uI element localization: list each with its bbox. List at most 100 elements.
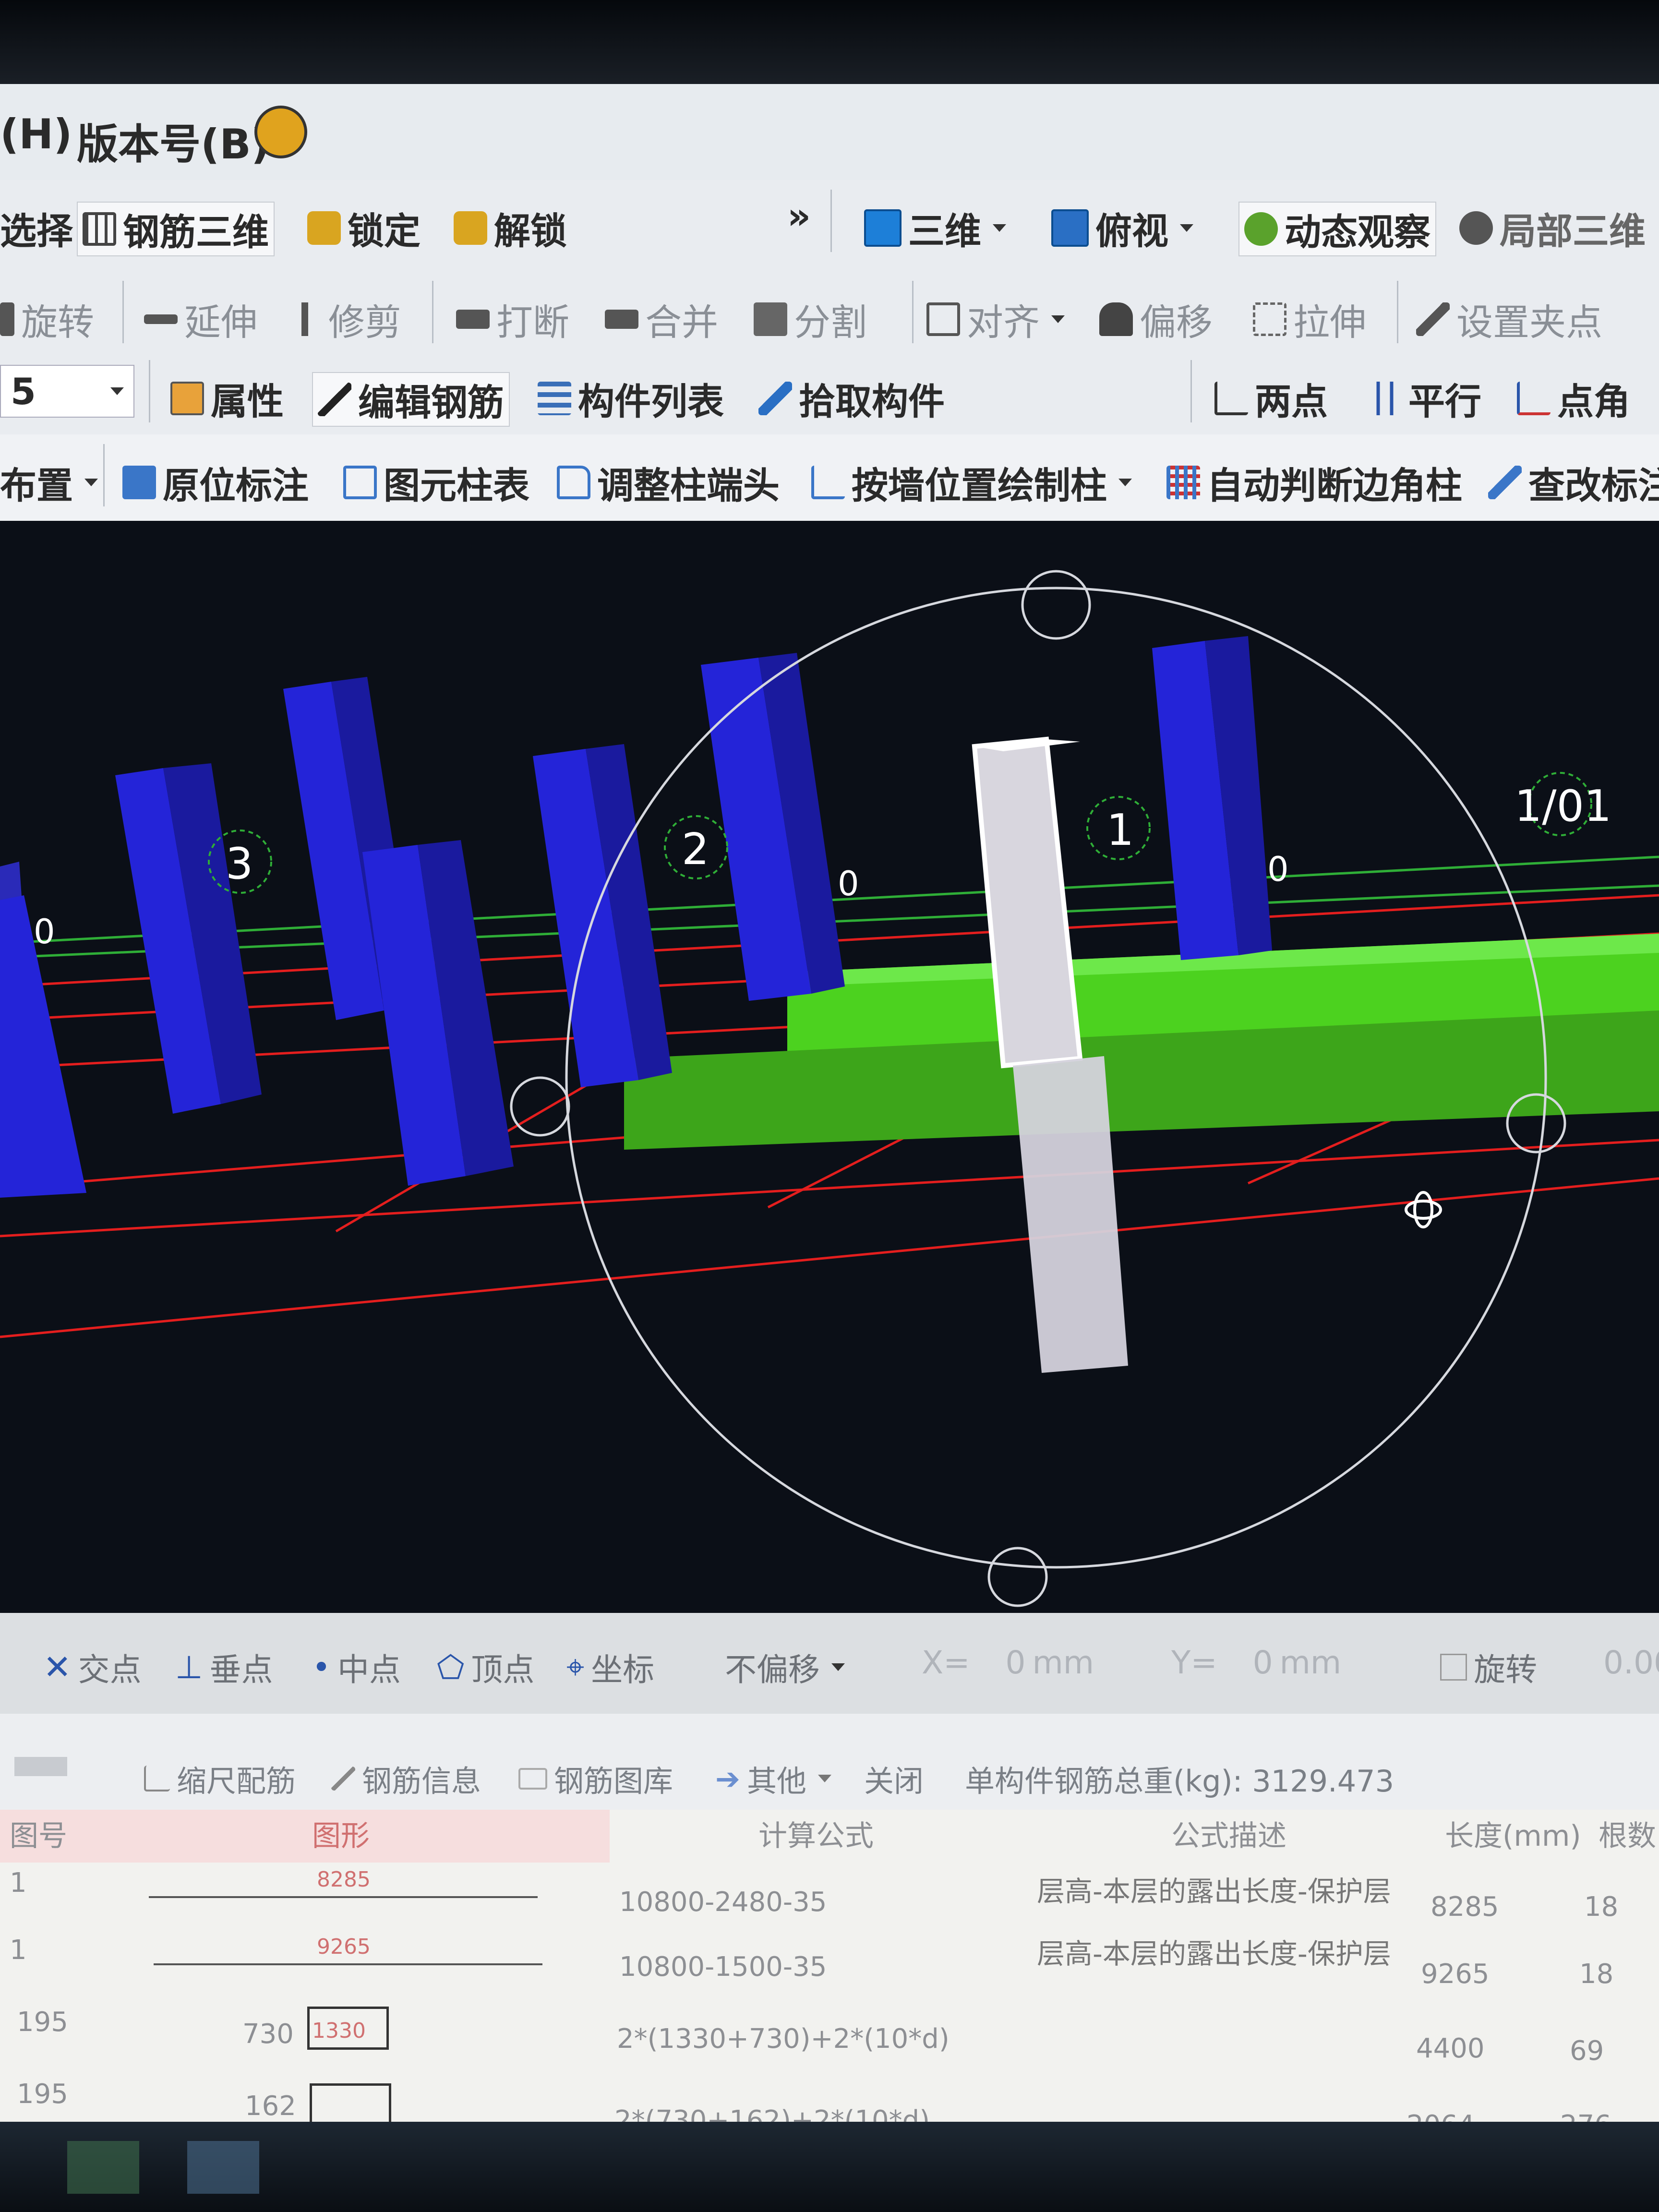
cell-shape-a: 730 — [242, 2019, 294, 2050]
point-angle-button[interactable]: 点角 — [1517, 372, 1630, 425]
layout-dropdown[interactable]: 布置 — [0, 456, 98, 509]
perpendicular-icon: ⊥ — [175, 1648, 203, 1686]
rotate-icon — [0, 302, 14, 336]
user-avatar-icon[interactable] — [254, 106, 307, 158]
rebar-library-button[interactable]: 钢筋图库 — [518, 1757, 673, 1800]
auto-corner-label: 自动判断边角柱 — [1207, 464, 1462, 507]
extend-button[interactable]: 延伸 — [144, 293, 257, 346]
orbit-handle-bottom[interactable] — [987, 1547, 1048, 1607]
3d-viewport[interactable]: 3 2 1 1/01 0 0 0 — [0, 521, 1659, 1642]
rebar-info-button[interactable]: 钢筋信息 — [331, 1757, 481, 1800]
axis-mark: 0 — [34, 912, 55, 951]
table-icon — [343, 466, 377, 499]
taskbar-app-icon[interactable] — [67, 2141, 139, 2194]
rotate-label: 旋转 — [21, 301, 94, 344]
header-formula[interactable]: 计算公式 — [758, 1810, 874, 1863]
toolbar-divider — [1397, 281, 1398, 343]
chevron-down-icon — [1180, 224, 1193, 232]
split-button[interactable]: 分割 — [754, 293, 867, 346]
trim-button[interactable]: 修剪 — [288, 293, 401, 346]
break-button[interactable]: 打断 — [456, 293, 569, 346]
snap-vertex-toggle[interactable]: ⬠ 顶点 — [437, 1644, 534, 1690]
in-situ-label-button[interactable]: 原位标注 — [122, 456, 309, 509]
orbit-handle-left[interactable] — [510, 1076, 570, 1137]
table-row[interactable]: 195 162 2*(730+162)+2*(10*d) 2064 276 — [0, 2069, 1659, 2122]
rotate-checkbox[interactable]: 旋转 — [1440, 1644, 1537, 1690]
cell-figure-no: 1 — [10, 1867, 27, 1899]
table-row[interactable]: 195 730 1330 2*(1330+730)+2*(10*d) 4400 … — [0, 1997, 1659, 2067]
dynamic-observe-button[interactable]: 动态观察 — [1238, 202, 1436, 256]
table-row[interactable]: 1 9265 10800-1500-35 层高-本层的露出长度-保护层 9265… — [0, 1930, 1659, 1992]
draw-by-wall-dropdown[interactable]: 按墙位置绘制柱 — [811, 456, 1132, 509]
component-list-button[interactable]: 构件列表 — [538, 372, 724, 425]
orbit-handle-top[interactable] — [1021, 570, 1091, 640]
point-angle-label: 点角 — [1557, 380, 1630, 423]
merge-button[interactable]: 合并 — [605, 293, 718, 346]
offset-button[interactable]: 偏移 — [1099, 293, 1213, 346]
select-label: 选择 — [0, 210, 73, 252]
header-shape[interactable]: 图形 — [312, 1810, 370, 1863]
toolbar-modify: 旋转 延伸 修剪 打断 合并 分割 对齐 偏移 拉伸 设置夹点 — [0, 271, 1659, 352]
other-dropdown[interactable]: ➔ 其他 — [715, 1757, 831, 1800]
toolbar-overflow-button[interactable]: » — [787, 194, 811, 237]
properties-icon — [170, 382, 204, 415]
snap-intersection-toggle[interactable]: ✕ 交点 — [43, 1644, 142, 1690]
cell-count: 18 — [1584, 1891, 1619, 1923]
align-dropdown[interactable]: 对齐 — [926, 293, 1065, 346]
header-formula-desc[interactable]: 公式描述 — [1171, 1810, 1286, 1863]
set-grip-button[interactable]: 设置夹点 — [1416, 293, 1602, 346]
close-button[interactable]: 关闭 — [864, 1757, 924, 1800]
eyedropper-icon — [758, 382, 792, 415]
close-label: 关闭 — [864, 1764, 924, 1799]
header-figure-no[interactable]: 图号 — [10, 1810, 67, 1863]
scale-rebar-button[interactable]: 缩尺配筋 — [144, 1757, 296, 1800]
axis-mark: 0 — [838, 864, 859, 903]
extend-label: 延伸 — [184, 301, 257, 344]
rotate-button[interactable]: 旋转 — [0, 293, 94, 346]
taskbar-app-icon[interactable] — [187, 2141, 259, 2194]
top-view-dropdown[interactable]: 俯视 — [1051, 202, 1193, 254]
menu-help[interactable]: (H) — [0, 110, 72, 158]
toolbar-view: 选择 钢筋三维 锁定 解锁 » 三维 俯视 动态观察 局部三维 — [0, 180, 1659, 273]
rebar-3d-button[interactable]: 钢筋三维 — [77, 202, 275, 256]
menu-version[interactable]: 版本号(B) — [77, 110, 270, 170]
unlock-button[interactable]: 解锁 — [454, 202, 567, 254]
pick-component-label: 拾取构件 — [799, 380, 945, 423]
select-button[interactable]: 选择 — [0, 202, 73, 254]
offset-mode-select[interactable]: 不偏移 — [725, 1644, 845, 1690]
snap-midpoint-toggle[interactable]: • 中点 — [312, 1644, 401, 1690]
y-offset-input[interactable]: Y= 0 mm — [1171, 1644, 1341, 1681]
two-points-button[interactable]: 两点 — [1214, 372, 1328, 425]
layer-select[interactable]: 5 — [0, 365, 134, 418]
x-offset-input[interactable]: X= 0 mm — [922, 1644, 1094, 1681]
panel-nav-icon[interactable] — [14, 1757, 67, 1776]
pick-component-button[interactable]: 拾取构件 — [758, 372, 945, 425]
edit-rebar-label: 编辑钢筋 — [358, 381, 504, 424]
header-length[interactable]: 长度(mm) — [1445, 1810, 1581, 1863]
lock-button[interactable]: 锁定 — [307, 202, 421, 254]
edit-rebar-button[interactable]: 编辑钢筋 — [312, 372, 510, 427]
rotate-angle-input[interactable]: 0.00 — [1603, 1644, 1659, 1681]
parallel-button[interactable]: 平行 — [1368, 372, 1481, 425]
adjust-column-end-label: 调整柱端头 — [597, 464, 780, 507]
check-label-button[interactable]: 查改标注 — [1488, 456, 1659, 509]
adjust-column-end-button[interactable]: 调整柱端头 — [557, 456, 780, 509]
partial-3d-button[interactable]: 局部三维 — [1459, 202, 1646, 254]
snap-perpendicular-toggle[interactable]: ⊥ 垂点 — [175, 1644, 273, 1690]
cell-length: 2064 — [1407, 2110, 1475, 2122]
layer-select-value: 5 — [11, 370, 36, 413]
table-row[interactable]: 1 8285 10800-2480-35 层高-本层的露出长度-保护层 8285… — [0, 1867, 1659, 1930]
column-table-button[interactable]: 图元柱表 — [343, 456, 529, 509]
view-3d-dropdown[interactable]: 三维 — [864, 202, 1006, 254]
snap-coordinate-toggle[interactable]: ⌖ 坐标 — [566, 1644, 654, 1690]
header-count[interactable]: 根数 — [1599, 1810, 1656, 1863]
auto-corner-button[interactable]: 自动判断边角柱 — [1166, 456, 1462, 509]
properties-button[interactable]: 属性 — [170, 372, 284, 425]
toolbar-divider — [122, 281, 124, 343]
rebar-info-icon — [331, 1767, 355, 1791]
orbit-cursor-icon — [1405, 1191, 1442, 1228]
in-situ-icon — [122, 466, 156, 499]
stretch-button[interactable]: 拉伸 — [1253, 293, 1366, 346]
trim-icon — [288, 302, 322, 336]
top-view-icon — [1051, 209, 1089, 247]
